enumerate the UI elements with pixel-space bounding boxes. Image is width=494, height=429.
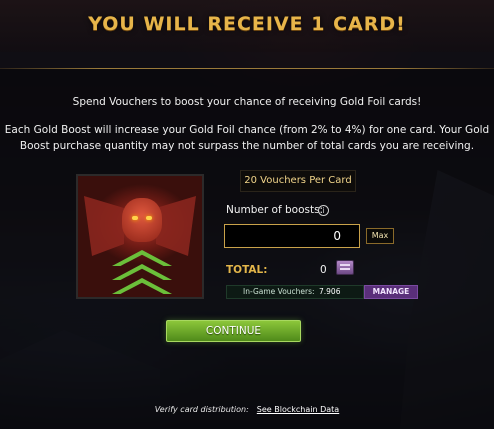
verify-text: Verify card distribution: — [154, 405, 249, 414]
continue-button[interactable]: CONTINUE — [166, 320, 301, 342]
ingame-vouchers-bar: In-Game Vouchers: 7.906 — [226, 285, 364, 299]
intro-paragraph: Each Gold Boost will increase your Gold … — [4, 124, 490, 152]
max-button[interactable]: Max — [366, 228, 394, 244]
gold-boost-chevron-icon — [112, 250, 172, 296]
ingame-vouchers-value: 7.906 — [319, 287, 341, 296]
boosts-quantity-input[interactable] — [224, 224, 360, 248]
vouchers-per-card-badge: 20 Vouchers Per Card — [240, 170, 356, 192]
boosts-label: Number of boosts: — [226, 204, 324, 216]
dragon-wing — [156, 196, 196, 256]
dragon-head — [122, 198, 162, 242]
total-value: 0 — [320, 264, 327, 276]
dragon-eye — [146, 216, 152, 220]
dragon-eye — [132, 216, 138, 220]
card-image — [76, 174, 204, 299]
info-icon[interactable]: i — [318, 205, 329, 216]
page-title: YOU WILL RECEIVE 1 CARD! — [88, 13, 406, 35]
manage-button[interactable]: MANAGE — [364, 285, 418, 299]
blockchain-data-link[interactable]: See Blockchain Data — [257, 405, 339, 414]
total-label: TOTAL: — [226, 264, 268, 276]
dragon-wing — [84, 196, 124, 256]
voucher-icon — [336, 260, 354, 275]
intro-line: Spend Vouchers to boost your chance of r… — [72, 96, 422, 108]
footer: Verify card distribution: See Blockchain … — [0, 405, 494, 414]
ingame-vouchers-label: In-Game Vouchers: — [243, 287, 315, 296]
